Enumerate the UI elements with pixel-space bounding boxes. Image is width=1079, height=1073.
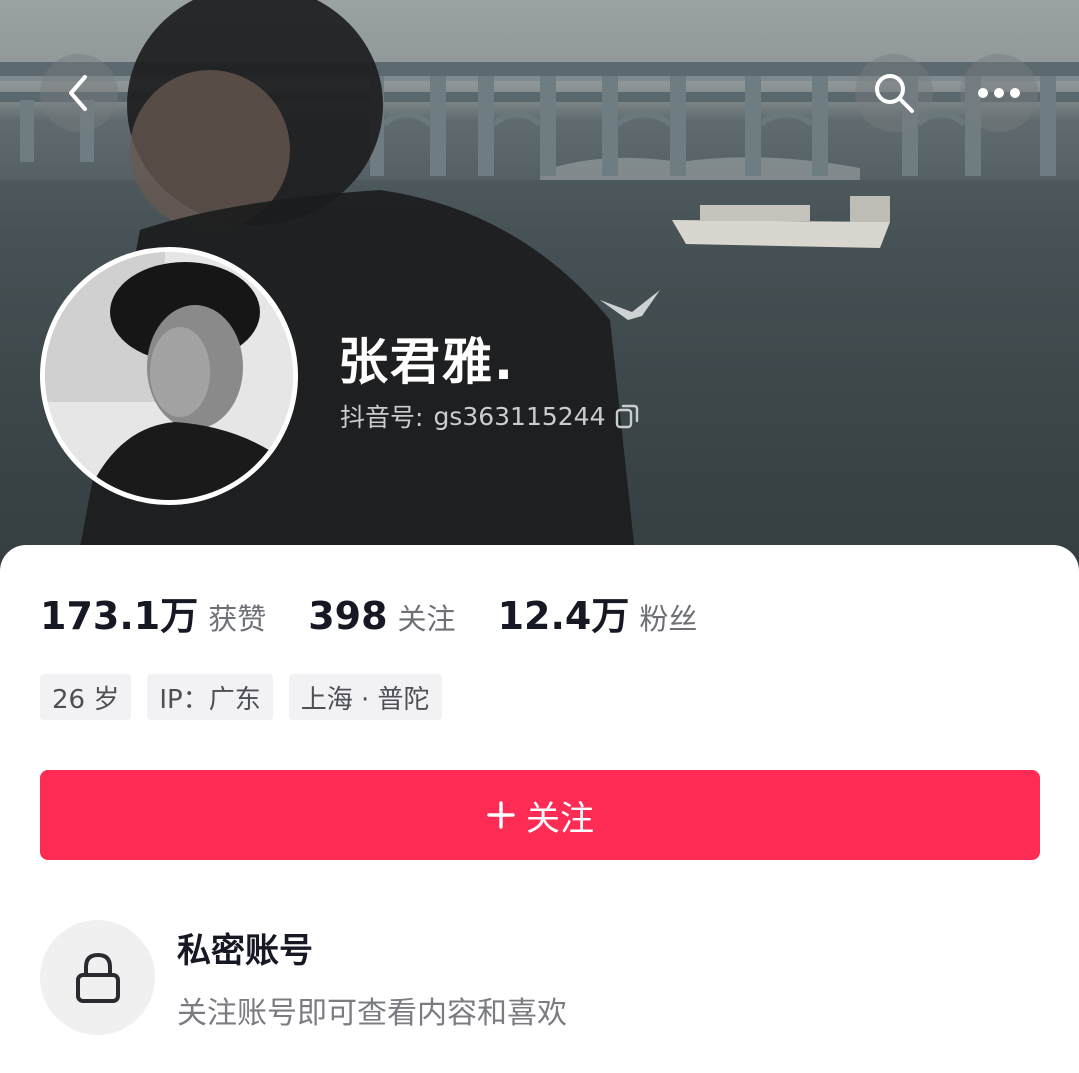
more-dots-icon: [978, 88, 1020, 98]
stat-label: 关注: [397, 602, 456, 636]
follow-button[interactable]: 关注: [40, 770, 1040, 860]
plus-icon: [487, 801, 515, 829]
avatar[interactable]: [40, 247, 298, 505]
stat-value: 398: [308, 594, 388, 638]
private-title: 私密账号: [177, 931, 313, 971]
avatar-image: [45, 252, 293, 500]
private-text: 私密账号 关注账号即可查看内容和喜欢: [177, 923, 567, 1032]
stat-followers[interactable]: 12.4万 粉丝: [498, 585, 698, 640]
stat-value: 12.4万: [497, 594, 630, 638]
tag-ip-location: IP：广东: [147, 674, 273, 720]
copy-icon[interactable]: [615, 403, 639, 429]
tag-age: 26 岁: [40, 674, 132, 720]
back-button[interactable]: [40, 54, 118, 132]
lock-badge: [40, 920, 155, 1035]
profile-page: 张君雅. 抖音号: gs363115244 173.1万 获赞 398 关注 1…: [0, 0, 1079, 1073]
stats-row: 173.1万 获赞 398 关注 12.4万 粉丝: [40, 585, 739, 640]
follow-button-label: 关注: [526, 798, 594, 839]
stat-value: 173.1万: [40, 594, 199, 638]
stat-following[interactable]: 398 关注: [308, 594, 455, 638]
search-button[interactable]: [855, 54, 933, 132]
private-subtitle: 关注账号即可查看内容和喜欢: [177, 996, 567, 1031]
nickname: 张君雅.: [338, 333, 515, 391]
profile-tags: 26 岁 IP：广东 上海 · 普陀: [40, 674, 442, 720]
lock-icon: [75, 952, 120, 1003]
stat-label: 粉丝: [639, 602, 698, 636]
stat-likes[interactable]: 173.1万 获赞: [40, 585, 266, 640]
back-chevron-icon: [69, 75, 87, 111]
douyin-id-value: gs363115244: [433, 401, 606, 431]
tag-city: 上海 · 普陀: [288, 674, 442, 720]
more-button[interactable]: [960, 54, 1038, 132]
stat-label: 获赞: [208, 602, 267, 636]
private-account-notice: 私密账号 关注账号即可查看内容和喜欢: [40, 920, 567, 1035]
profile-card: 173.1万 获赞 398 关注 12.4万 粉丝 26 岁 IP：广东 上海 …: [0, 545, 1079, 1073]
search-icon: [875, 74, 914, 113]
douyin-id-label: 抖音号:: [340, 403, 424, 432]
cover-photo: 张君雅. 抖音号: gs363115244: [0, 0, 1079, 600]
douyin-id-row: 抖音号: gs363115244: [340, 398, 639, 434]
